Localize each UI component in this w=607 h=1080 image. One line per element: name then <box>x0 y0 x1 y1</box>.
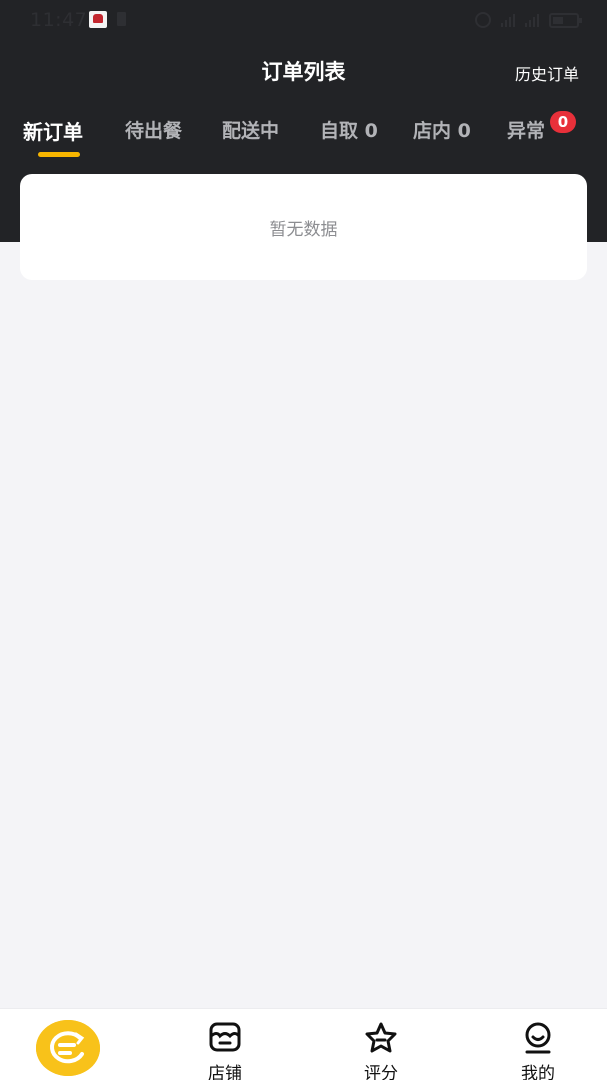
star-icon <box>365 1022 397 1053</box>
bottom-tab-orders[interactable] <box>36 1020 100 1076</box>
tab-new-orders[interactable]: 新订单 <box>23 116 83 145</box>
bottom-tab-mine-label: 我的 <box>521 1064 555 1080</box>
tab-pickup[interactable]: 自取 0 <box>320 116 378 143</box>
signal-icon <box>525 13 539 27</box>
empty-state-text: 暂无数据 <box>269 219 338 240</box>
status-icons <box>475 10 582 30</box>
status-time: 11:47 <box>30 9 88 31</box>
alarm-icon <box>475 12 491 28</box>
history-orders-link[interactable]: 历史订单 <box>515 61 579 85</box>
exception-count-badge: 0 <box>550 111 576 133</box>
status-bar: 11:47 <box>0 0 607 40</box>
sim-icon <box>117 12 126 26</box>
bottom-tab-bar: 店铺 评分 我的 <box>0 1008 607 1080</box>
signal-icon <box>501 13 515 27</box>
store-icon <box>209 1022 241 1052</box>
order-tabs: 新订单 待出餐 配送中 自取 0 店内 0 异常 <box>0 116 607 166</box>
battery-icon <box>549 12 582 28</box>
bottom-tab-rating-label: 评分 <box>364 1064 398 1080</box>
bottom-tab-store[interactable]: 店铺 <box>190 1009 260 1080</box>
app-notification-icon <box>89 11 107 28</box>
bottom-tab-rating[interactable]: 评分 <box>346 1009 416 1080</box>
active-tab-indicator <box>38 152 80 157</box>
bottom-tab-mine[interactable]: 我的 <box>503 1009 573 1080</box>
tab-exception[interactable]: 异常 <box>507 116 545 143</box>
order-list-card: 暂无数据 <box>20 174 587 280</box>
tab-delivering[interactable]: 配送中 <box>222 116 279 143</box>
profile-icon <box>525 1022 551 1054</box>
tab-pending-meal[interactable]: 待出餐 <box>125 116 182 143</box>
bottom-tab-store-label: 店铺 <box>208 1064 242 1080</box>
orders-icon <box>36 1020 100 1076</box>
tab-dine-in[interactable]: 店内 0 <box>413 116 471 143</box>
